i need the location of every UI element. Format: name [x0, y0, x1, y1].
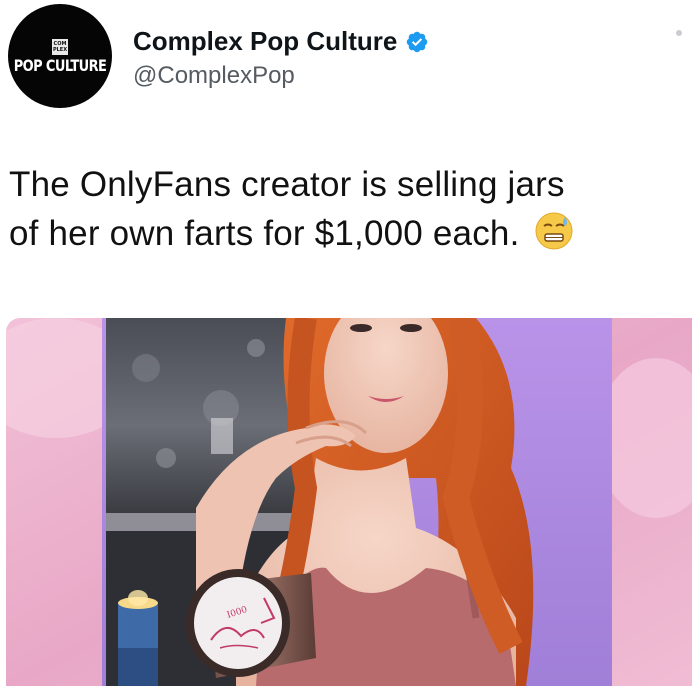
tweet-text-line-with-emoji: of her own farts for $1,000 each.	[9, 209, 692, 258]
avatar-logo-mark: COM PLEX	[52, 38, 68, 55]
more-options-icon[interactable]	[676, 30, 682, 36]
grimacing-sweat-emoji-icon	[535, 212, 573, 250]
media-scene: I000	[6, 318, 692, 686]
author-handle[interactable]: @ComplexPop	[133, 62, 295, 90]
author-name-line[interactable]: Complex Pop Culture	[133, 26, 429, 57]
tweet-media-photo[interactable]: I000	[6, 318, 692, 686]
tweet-text: The OnlyFans creator is selling jars of …	[9, 160, 692, 258]
tweet-text-line: of her own farts for $1,000 each.	[9, 214, 520, 253]
tweet-text-line: The OnlyFans creator is selling jars	[9, 165, 565, 204]
verified-badge-icon	[407, 31, 428, 52]
author-display-name[interactable]: Complex Pop Culture	[133, 26, 397, 57]
avatar-wordmark: POP CULTURE	[13, 56, 107, 76]
avatar[interactable]: COM PLEX POP CULTURE	[8, 4, 112, 108]
